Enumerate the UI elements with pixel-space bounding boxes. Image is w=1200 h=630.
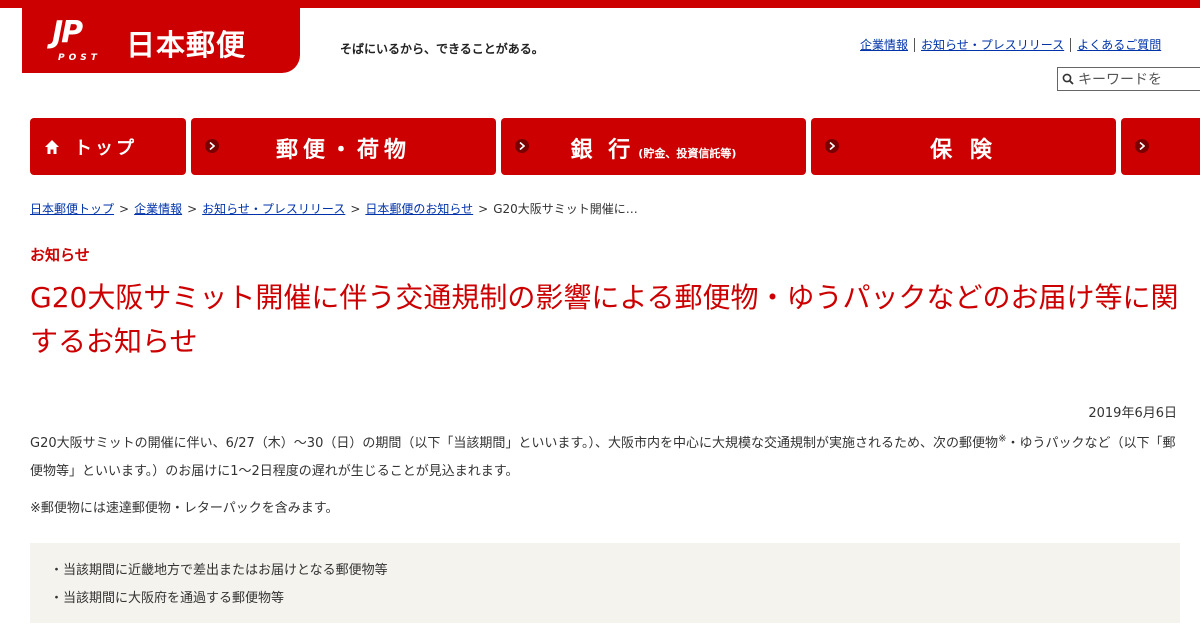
nav-item-mail[interactable]: 郵便・荷物: [191, 118, 496, 175]
nav-item-insurance[interactable]: 保 険: [811, 118, 1116, 175]
breadcrumb-link-notices[interactable]: 日本郵便のお知らせ: [365, 202, 473, 216]
publish-date: 2019年6月6日: [1088, 406, 1177, 421]
logo-sub-text: POST: [58, 53, 101, 63]
search-placeholder: キーワードを: [1078, 72, 1162, 88]
article-paragraph-part1: G20大阪サミットの開催に伴い、6/27（木）～30（日）の期間（以下「当該期間…: [30, 436, 999, 451]
util-link-faq[interactable]: よくあるご質問: [1071, 38, 1167, 52]
search-input[interactable]: キーワードを: [1057, 67, 1200, 91]
nav-label-bank-sub: (貯金、投資信託等): [638, 147, 737, 160]
article-category: お知らせ: [30, 246, 90, 264]
tagline: そばにいるから、できることがある。: [340, 42, 544, 56]
jp-post-logo-mark: JP POST: [52, 18, 124, 66]
utility-links: 企業情報 お知らせ・プレスリリース よくあるご質問: [858, 38, 1167, 52]
page-title: G20大阪サミット開催に伴う交通規制の影響による郵便物・ゆうパックなどのお届け等…: [30, 281, 1179, 358]
nav-label-top: トップ: [74, 137, 137, 159]
breadcrumb-separator: >: [187, 202, 198, 216]
breadcrumb-separator: >: [478, 202, 489, 216]
nav-label-bank-main: 銀 行: [570, 138, 635, 163]
affected-items-box: ・当該期間に近畿地方で差出またはお届けとなる郵便物等 ・当該期間に大阪府を通過す…: [30, 543, 1180, 623]
nav-label-bank: 銀 行 (貯金、投資信託等): [501, 132, 806, 164]
search-icon: [1062, 73, 1074, 85]
global-nav: トップ 郵便・荷物 銀 行 (貯金、投資信託等) 保 険: [30, 118, 1200, 175]
article-note: ※郵便物には速達郵便物・レターパックを含みます。: [30, 501, 339, 516]
breadcrumb-link-press[interactable]: お知らせ・プレスリリース: [202, 202, 345, 216]
list-item: ・当該期間に大阪府を通過する郵便物等: [50, 591, 285, 606]
logo-mark-text: JP: [52, 15, 83, 50]
site-logo[interactable]: JP POST 日本郵便: [22, 0, 300, 73]
brand-name: 日本郵便: [126, 28, 247, 62]
breadcrumb-link-home[interactable]: 日本郵便トップ: [30, 202, 114, 216]
home-icon: [45, 139, 59, 154]
nav-label-mail: 郵便・荷物: [275, 138, 411, 163]
util-link-press[interactable]: お知らせ・プレスリリース: [915, 38, 1072, 52]
breadcrumb-separator: >: [119, 202, 130, 216]
article-paragraph: G20大阪サミットの開催に伴い、6/27（木）～30（日）の期間（以下「当該期間…: [30, 430, 1180, 486]
list-item: ・当該期間に近畿地方で差出またはお届けとなる郵便物等: [50, 563, 388, 578]
breadcrumb: 日本郵便トップ > 企業情報 > お知らせ・プレスリリース > 日本郵便のお知らせ > G20大…: [30, 200, 638, 217]
nav-label-insurance: 保 険: [930, 138, 997, 163]
nav-item-top[interactable]: トップ: [30, 118, 186, 175]
nav-item-bank[interactable]: 銀 行 (貯金、投資信託等): [501, 118, 806, 175]
breadcrumb-link-corporate[interactable]: 企業情報: [134, 202, 182, 216]
nav-item-more[interactable]: [1121, 118, 1200, 175]
breadcrumb-current: G20大阪サミット開催に…: [493, 202, 638, 216]
breadcrumb-separator: >: [350, 202, 361, 216]
chevron-right-icon: [1135, 139, 1149, 153]
util-link-corporate[interactable]: 企業情報: [858, 38, 916, 52]
